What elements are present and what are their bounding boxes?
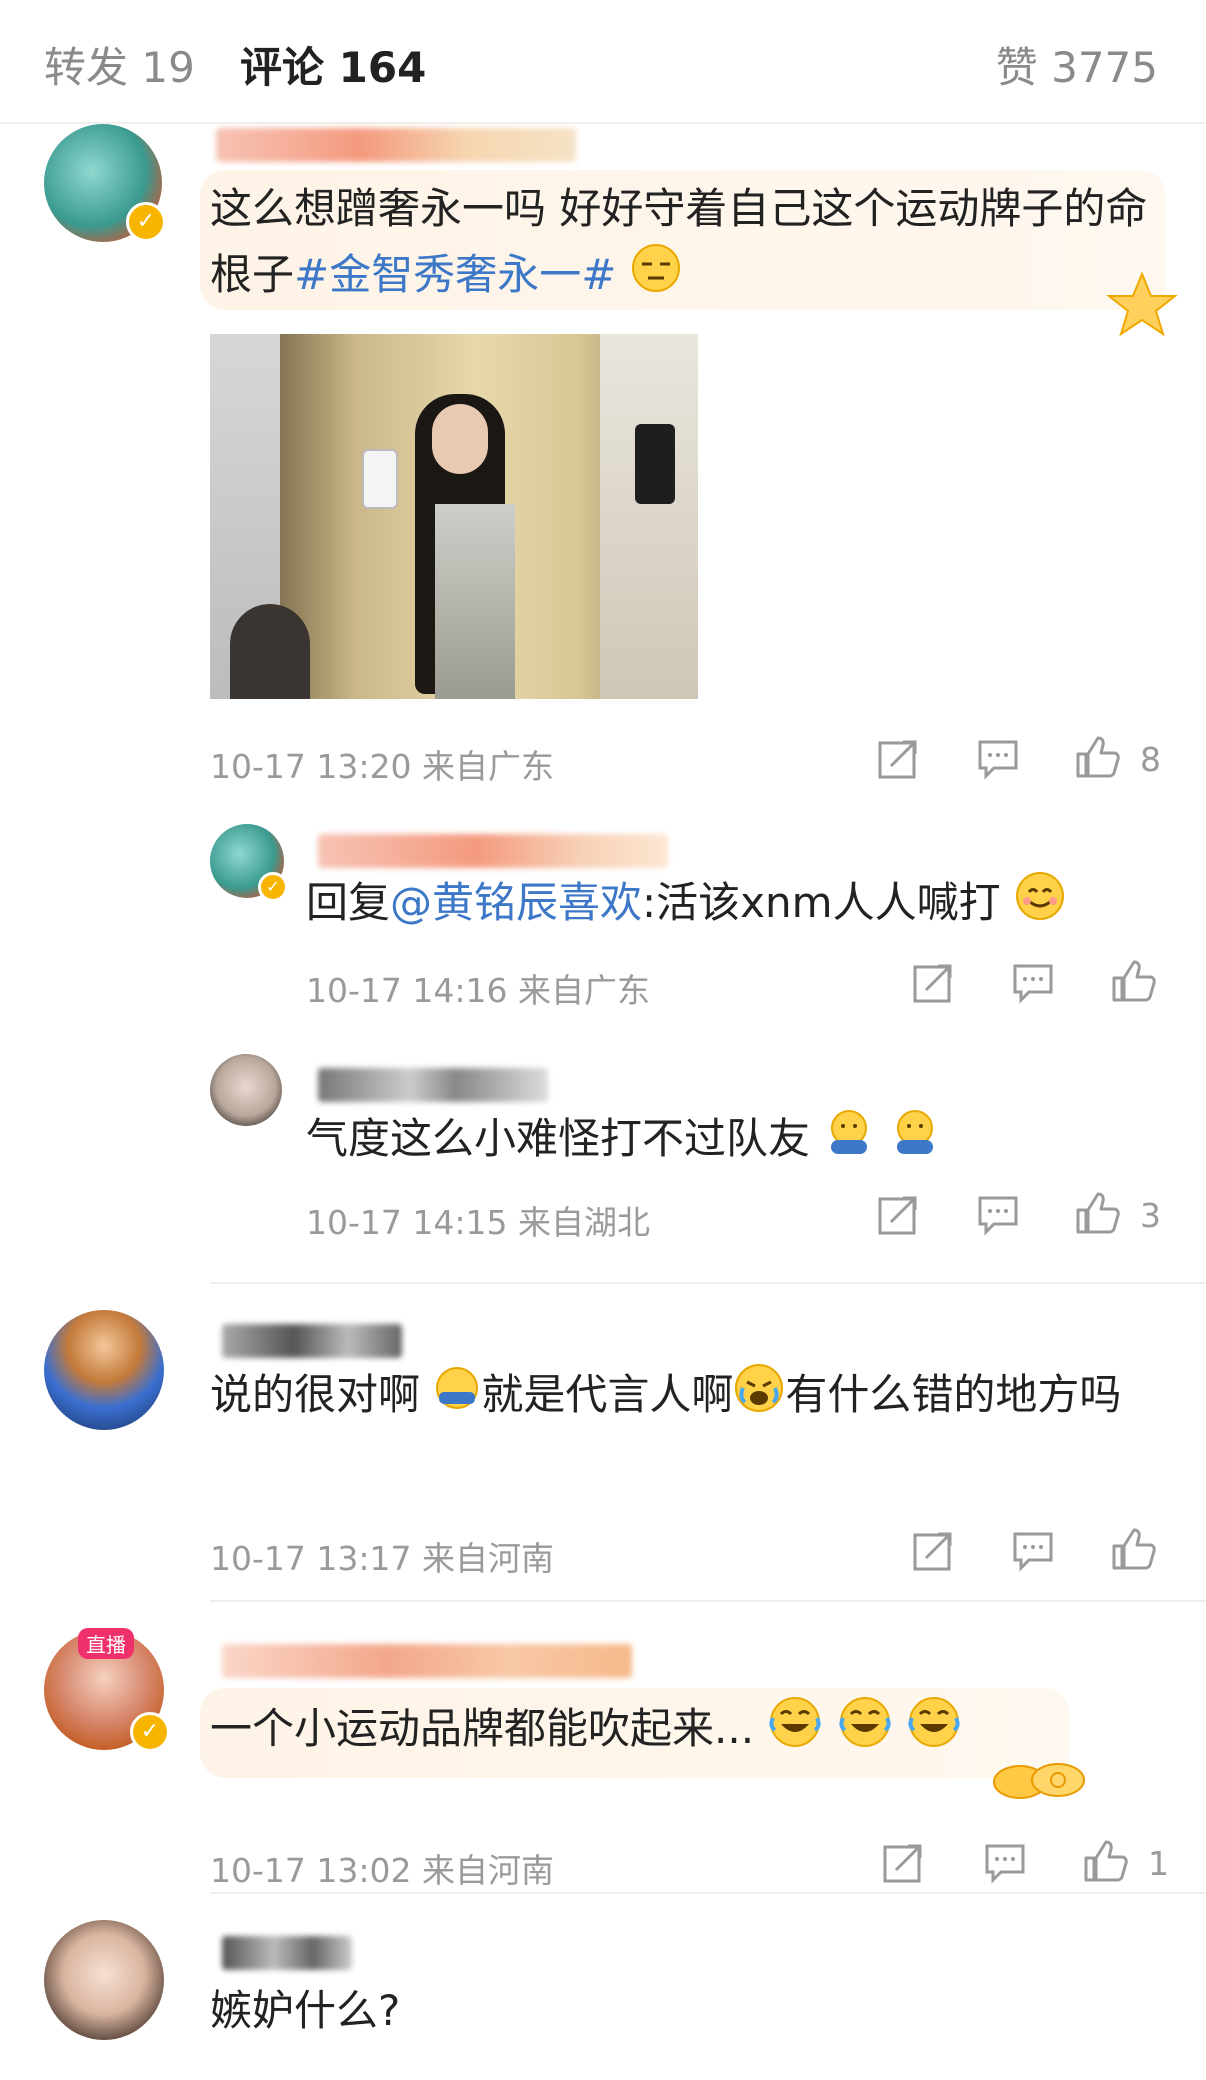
comment-text: 说的很对啊 就是代言人啊 有什么错的地方吗 [210, 1362, 1160, 1433]
username[interactable] [222, 1936, 352, 1970]
comment-icon[interactable] [975, 1192, 1021, 1242]
verified-badge-icon: ✓ [130, 1712, 170, 1752]
like-count: 1 [1148, 1844, 1169, 1883]
like-count: 8 [1140, 740, 1161, 779]
avatar[interactable]: ✓ [44, 124, 170, 250]
share-icon[interactable] [880, 1840, 926, 1890]
comment-text: 嫉妒什么? [210, 1986, 401, 2035]
reply-item: 气度这么小难怪打不过队友 10-17 14:15 来自湖北 3 [0, 1054, 1206, 1274]
comment-meta: 10-17 13:20 来自广东 [210, 747, 554, 786]
emoji-icon [630, 242, 682, 313]
crying-emoji-icon [733, 1362, 785, 1433]
comment-meta: 10-17 13:02 来自河南 [210, 1851, 554, 1890]
verified-badge-icon: ✓ [126, 202, 166, 242]
username[interactable] [222, 1324, 402, 1358]
like-icon[interactable] [1074, 1190, 1120, 1240]
share-icon[interactable] [875, 736, 921, 786]
comment-item: 直播 ✓ 一个小运动品牌都能吹起来... 10-17 13:02 来自河南 1 [0, 1628, 1206, 1910]
comment-item: ✓ 这么想蹭奢永一吗 好好守着自己这个运动牌子的命根子#金智秀奢永一# 10-1… [0, 124, 1206, 1284]
bubble-star-icon [1104, 270, 1180, 344]
comment-icon[interactable] [1010, 960, 1056, 1010]
reply-meta: 10-17 14:15 来自湖北 [306, 1203, 650, 1242]
comment-meta: 10-17 13:17 来自河南 [210, 1539, 554, 1578]
username[interactable] [318, 1068, 548, 1102]
like-icon[interactable] [1074, 734, 1120, 784]
comment-item: 说的很对啊 就是代言人啊 有什么错的地方吗 10-17 13:17 来自河南 [0, 1310, 1206, 1600]
gold-coins-icon [990, 1752, 1090, 1806]
username[interactable] [318, 834, 668, 868]
tab-comments[interactable]: 评论 164 [240, 34, 426, 95]
emoji-icon [433, 1364, 481, 1431]
hug-emoji-icon [823, 1106, 875, 1177]
username[interactable] [222, 1644, 632, 1678]
like-icon[interactable] [1110, 958, 1156, 1008]
comment-text: 一个小运动品牌都能吹起来... [210, 1694, 962, 1769]
reply-meta: 10-17 14:16 来自广东 [306, 971, 650, 1010]
share-icon[interactable] [910, 960, 956, 1010]
comment-icon[interactable] [1010, 1528, 1056, 1578]
reply-item: ✓ 回复@黄铭辰喜欢:活该xnm人人喊打 10-17 14:16 来自广东 [0, 824, 1206, 1064]
divider [210, 1282, 1206, 1284]
reply-text: 回复@黄铭辰喜欢:活该xnm人人喊打 [306, 870, 1186, 941]
avatar[interactable] [210, 1054, 284, 1128]
username[interactable] [216, 128, 576, 162]
comment-image[interactable] [210, 334, 698, 699]
comment-item: 嫉妒什么? [0, 1920, 1206, 2080]
hug-emoji-icon [889, 1106, 941, 1177]
comment-text: 这么想蹭奢永一吗 好好守着自己这个运动牌子的命根子#金智秀奢永一# [210, 176, 1150, 313]
avatar[interactable]: 直播 ✓ [44, 1628, 170, 1754]
live-badge: 直播 [78, 1628, 134, 1659]
laugh-cry-emoji-icon [837, 1694, 893, 1769]
tab-likes[interactable]: 赞 3775 [996, 34, 1158, 95]
hashtag-link[interactable]: #金智秀奢永一# [294, 250, 616, 299]
mention-link[interactable]: @黄铭辰喜欢 [390, 878, 642, 927]
like-icon[interactable] [1110, 1526, 1156, 1576]
avatar[interactable] [44, 1310, 168, 1434]
smile-emoji-icon [1014, 870, 1066, 941]
laugh-cry-emoji-icon [767, 1694, 823, 1769]
comment-icon[interactable] [982, 1840, 1028, 1890]
verified-badge-icon: ✓ [258, 872, 288, 902]
tab-repost[interactable]: 转发 19 [44, 34, 195, 95]
reply-text: 气度这么小难怪打不过队友 [306, 1106, 941, 1177]
share-icon[interactable] [910, 1528, 956, 1578]
share-icon[interactable] [875, 1192, 921, 1242]
laugh-cry-emoji-icon [906, 1694, 962, 1769]
divider [210, 1600, 1206, 1602]
like-count: 3 [1140, 1196, 1161, 1235]
comment-tabs: 转发 19 评论 164 赞 3775 [0, 0, 1206, 124]
like-icon[interactable] [1082, 1838, 1128, 1888]
divider [210, 1892, 1206, 1894]
comment-icon[interactable] [975, 736, 1021, 786]
avatar[interactable] [44, 1920, 168, 2044]
avatar[interactable]: ✓ [210, 824, 288, 902]
